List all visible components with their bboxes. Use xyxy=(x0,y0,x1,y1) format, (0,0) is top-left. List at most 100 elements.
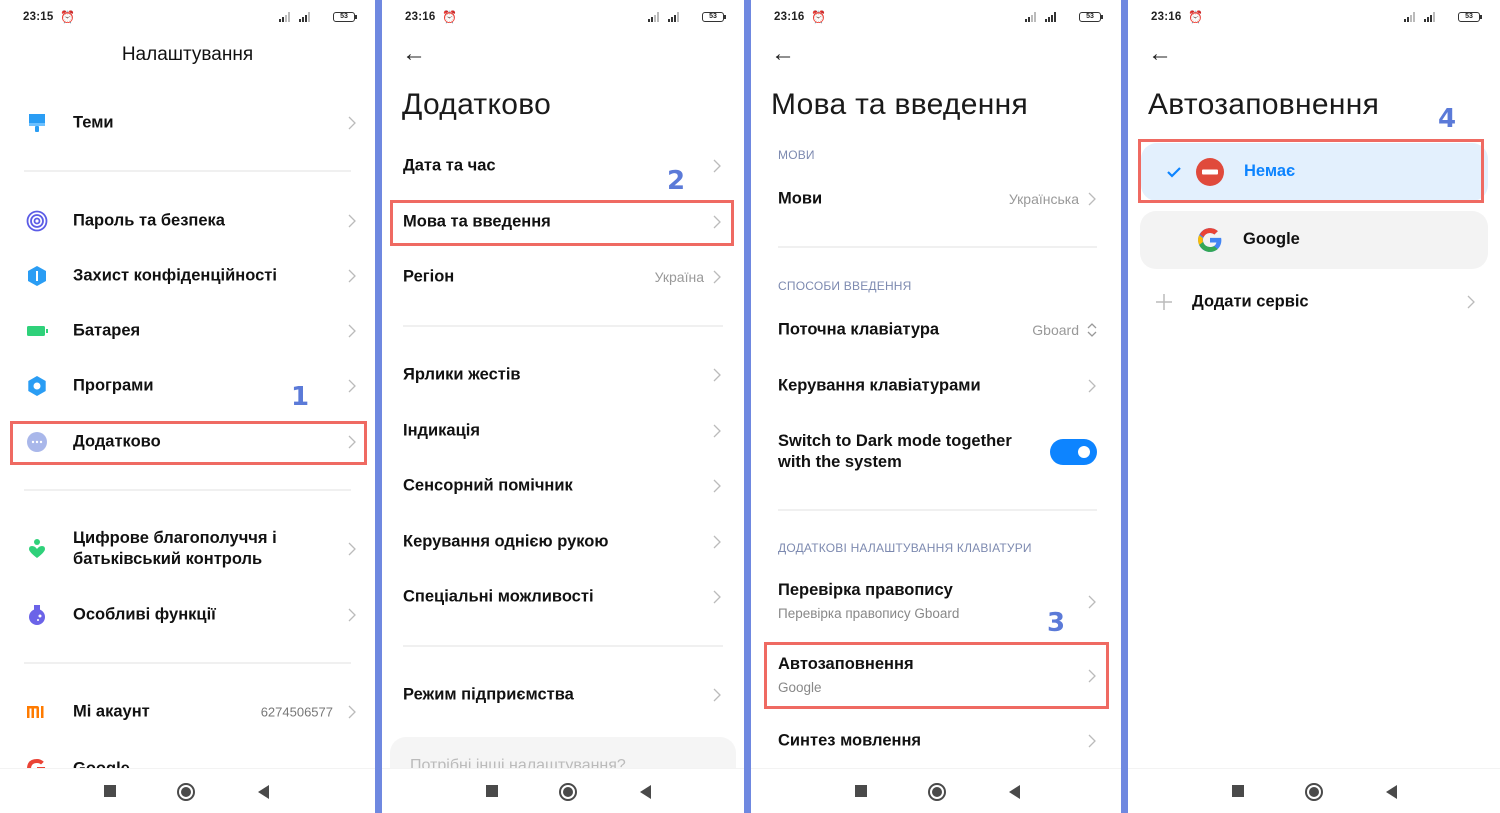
settings-item-apps[interactable]: Програми xyxy=(0,362,375,410)
settings-item-region[interactable]: Регіон Україна xyxy=(382,253,744,301)
home-button[interactable] xyxy=(1305,783,1323,801)
settings-item-label: Мова та введення xyxy=(403,212,551,231)
settings-item-label: Додатково xyxy=(73,432,161,451)
chevron-right-icon xyxy=(713,535,721,549)
section-header-languages: МОВИ xyxy=(778,148,815,162)
settings-item-themes[interactable]: Теми xyxy=(0,99,375,147)
navigation-bar xyxy=(1128,768,1500,813)
chevron-right-icon xyxy=(1088,379,1096,393)
step-number: 2 xyxy=(667,166,686,196)
settings-item-label: Перевірка правопису Перевірка правопису G… xyxy=(778,580,959,624)
panel-separator xyxy=(375,0,382,813)
additional-settings-screen: 23:16 ⏰ 53 ← Додатково Дата та час Мова … xyxy=(382,0,744,813)
status-bar: 23:16 ⏰ 53 xyxy=(771,10,1103,26)
settings-item-digital-wellbeing[interactable]: Цифрове благополуччя і батьківський конт… xyxy=(0,524,375,574)
settings-item-label: Захист конфіденційності xyxy=(73,266,277,285)
chevron-right-icon xyxy=(1088,595,1096,609)
home-button[interactable] xyxy=(177,783,195,801)
google-icon xyxy=(1198,228,1222,252)
settings-item-battery[interactable]: Батарея xyxy=(0,307,375,355)
plus-icon xyxy=(1156,294,1172,310)
page-title: Автозаповнення xyxy=(1148,88,1380,121)
add-service-button[interactable]: Додати сервіс xyxy=(1128,278,1500,326)
settings-item-label: Програми xyxy=(73,376,154,395)
settings-item-label: Спеціальні можливості xyxy=(403,587,594,606)
chevron-right-icon xyxy=(713,368,721,382)
back-arrow-icon[interactable]: ← xyxy=(1148,42,1174,68)
settings-item-label: Цифрове благополуччя і батьківський конт… xyxy=(73,529,277,568)
chevron-right-icon xyxy=(713,479,721,493)
recents-button[interactable] xyxy=(486,785,498,797)
paintbrush-icon xyxy=(29,114,45,132)
settings-item-accessibility[interactable]: Спеціальні можливості xyxy=(382,573,744,621)
settings-item-indication[interactable]: Індикація xyxy=(382,407,744,455)
settings-item-privacy[interactable]: Захист конфіденційності xyxy=(0,252,375,300)
settings-item-label: Switch to Dark mode together with the sy… xyxy=(778,432,1012,471)
settings-item-label: Регіон xyxy=(403,267,455,286)
settings-item-touch-assistant[interactable]: Сенсорний помічник xyxy=(382,462,744,510)
chevron-right-icon xyxy=(713,215,721,229)
settings-item-label: Сенсорний помічник xyxy=(403,476,573,495)
toggle-knob xyxy=(1078,446,1090,458)
settings-item-text-to-speech[interactable]: Синтез мовлення xyxy=(751,717,1121,765)
settings-item-date-time[interactable]: Дата та час xyxy=(382,142,744,190)
divider xyxy=(403,645,723,647)
no-entry-icon xyxy=(1196,158,1224,186)
section-header-keyboard-extra: ДОДАТКОВІ НАЛАШТУВАННЯ КЛАВІАТУРИ xyxy=(778,541,1032,555)
settings-item-label: Автозаповнення Google xyxy=(778,654,914,698)
more-dots-icon xyxy=(27,432,47,452)
alarm-icon: ⏰ xyxy=(811,10,826,24)
settings-item-mi-account[interactable]: Mi акаунт 6274506577 xyxy=(0,688,375,736)
step-number: 4 xyxy=(1438,104,1457,134)
settings-item-additional[interactable]: Додатково xyxy=(0,418,375,466)
settings-item-autofill[interactable]: Автозаповнення Google xyxy=(751,652,1121,700)
status-bar: 23:16 ⏰ 53 xyxy=(402,10,726,26)
back-nav-button[interactable] xyxy=(1386,785,1397,799)
back-arrow-icon[interactable]: ← xyxy=(771,42,797,68)
chevron-right-icon xyxy=(348,542,356,556)
settings-item-language-input[interactable]: Мова та введення xyxy=(382,198,744,246)
signal-icon xyxy=(1424,12,1435,22)
battery-indicator: 53 xyxy=(1079,12,1103,22)
settings-item-manage-keyboards[interactable]: Керування клавіатурами xyxy=(751,362,1121,410)
dark-mode-toggle[interactable] xyxy=(1050,439,1097,465)
settings-item-gesture-shortcuts[interactable]: Ярлики жестів xyxy=(382,351,744,399)
recents-button[interactable] xyxy=(104,785,116,797)
chevron-right-icon xyxy=(713,270,721,284)
settings-item-label: Особливі функції xyxy=(73,605,216,624)
settings-item-enterprise-mode[interactable]: Режим підприємства xyxy=(382,671,744,719)
settings-item-special-features[interactable]: Особливі функції xyxy=(0,591,375,639)
status-time: 23:16 xyxy=(1151,11,1182,23)
settings-item-dark-mode-sync[interactable]: Switch to Dark mode together with the sy… xyxy=(751,427,1121,477)
back-nav-button[interactable] xyxy=(640,785,651,799)
chevron-right-icon xyxy=(713,590,721,604)
flask-icon xyxy=(29,605,45,625)
settings-item-password-security[interactable]: Пароль та безпека xyxy=(0,197,375,245)
back-nav-button[interactable] xyxy=(1009,785,1020,799)
settings-item-label: Режим підприємства xyxy=(403,685,574,704)
autofill-option-google[interactable]: Google xyxy=(1140,211,1488,269)
home-button[interactable] xyxy=(928,783,946,801)
chevron-right-icon xyxy=(1467,295,1475,309)
chevron-right-icon xyxy=(713,424,721,438)
settings-item-spell-check[interactable]: Перевірка правопису Перевірка правопису G… xyxy=(751,578,1121,626)
settings-item-label: Керування клавіатурами xyxy=(778,376,981,395)
recents-button[interactable] xyxy=(1232,785,1244,797)
back-arrow-icon[interactable]: ← xyxy=(402,42,428,68)
settings-item-label: Mi акаунт xyxy=(73,702,150,721)
home-button[interactable] xyxy=(559,783,577,801)
divider xyxy=(24,662,351,664)
alarm-icon: ⏰ xyxy=(60,10,75,24)
settings-item-one-handed[interactable]: Керування однією рукою xyxy=(382,518,744,566)
region-value: Україна xyxy=(654,269,704,285)
chevron-right-icon xyxy=(348,705,356,719)
chevron-right-icon xyxy=(1088,734,1096,748)
recents-button[interactable] xyxy=(855,785,867,797)
back-nav-button[interactable] xyxy=(258,785,269,799)
settings-item-current-keyboard[interactable]: Поточна клавіатура Gboard xyxy=(751,306,1121,354)
autofill-option-none[interactable]: Немає xyxy=(1141,143,1488,201)
chevron-right-icon xyxy=(348,116,356,130)
panel-separator xyxy=(1121,0,1128,813)
chevron-right-icon xyxy=(348,608,356,622)
settings-item-languages[interactable]: Мови Українська xyxy=(751,175,1121,223)
